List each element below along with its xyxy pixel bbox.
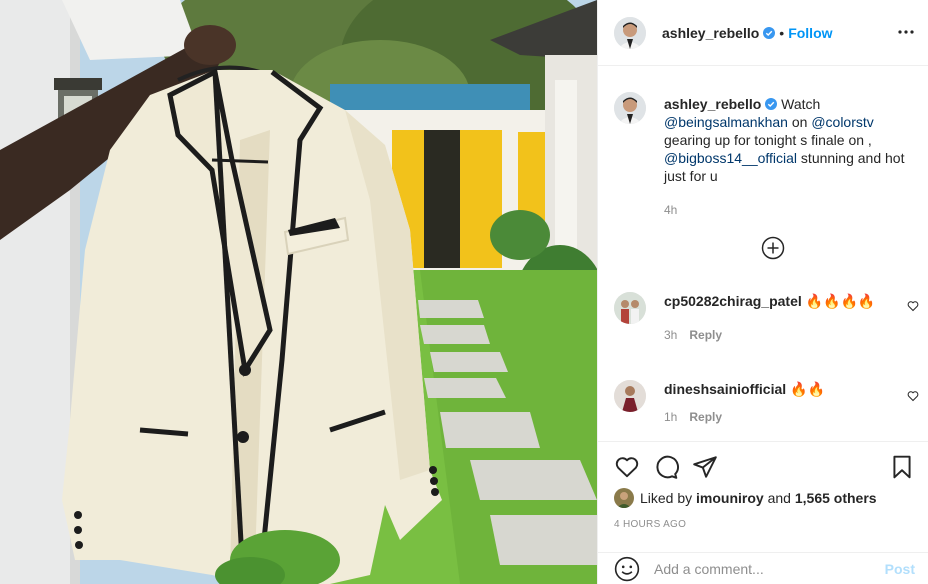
- bookmark-icon[interactable]: [889, 454, 915, 480]
- instagram-post-view: ashley_rebello • Follow ashley_rebello W…: [0, 0, 928, 584]
- comment-input[interactable]: Add a comment...: [654, 561, 764, 577]
- caption-text-1: Watch: [781, 96, 821, 112]
- comment-like-heart-icon[interactable]: [907, 390, 919, 402]
- emoji-icon[interactable]: [614, 556, 640, 582]
- caption-timestamp[interactable]: 4h: [664, 203, 677, 217]
- verified-badge-icon: [765, 98, 778, 110]
- reply-button[interactable]: Reply: [689, 328, 722, 342]
- likes-prefix: Liked by: [640, 490, 697, 506]
- comment-timestamp[interactable]: 1h: [664, 410, 677, 424]
- author-avatar[interactable]: [614, 16, 646, 49]
- heart-icon[interactable]: [614, 454, 640, 480]
- caption-text-2: on: [787, 114, 812, 130]
- commenter-avatar[interactable]: [614, 292, 646, 324]
- add-comment-bar: Add a comment... Post: [598, 552, 928, 584]
- follow-button[interactable]: Follow: [788, 25, 832, 41]
- post-comment-button[interactable]: Post: [885, 561, 915, 577]
- comment-item: cp50282chirag_patel 🔥🔥🔥🔥 3h Reply: [614, 292, 919, 344]
- reply-button[interactable]: Reply: [689, 410, 722, 424]
- post-timestamp[interactable]: 4 HOURS AGO: [614, 519, 686, 530]
- caption-avatar[interactable]: [614, 92, 646, 124]
- comment-icon[interactable]: [653, 454, 679, 480]
- more-options-icon[interactable]: [897, 23, 915, 41]
- share-icon[interactable]: [692, 454, 718, 480]
- comment-username[interactable]: cp50282chirag_patel: [664, 293, 802, 309]
- liker-avatar[interactable]: [614, 488, 634, 508]
- mention-link[interactable]: @beingsalmankhan: [664, 114, 788, 130]
- post-photo[interactable]: [0, 0, 597, 584]
- likes-count[interactable]: 1,565 others: [795, 490, 877, 506]
- likes-summary[interactable]: Liked by imouniroy and 1,565 others: [614, 488, 877, 508]
- commenter-avatar[interactable]: [614, 380, 646, 412]
- mention-link[interactable]: @bigboss14__official: [664, 150, 797, 166]
- action-bar: [598, 441, 928, 492]
- separator-dot: •: [779, 24, 785, 41]
- comment-timestamp[interactable]: 3h: [664, 328, 677, 342]
- comment-text: 🔥🔥: [790, 381, 825, 397]
- post-header: ashley_rebello • Follow: [598, 0, 928, 66]
- caption-username[interactable]: ashley_rebello: [664, 96, 761, 112]
- likes-middle: and: [763, 490, 795, 506]
- plus-circle-icon[interactable]: [761, 236, 785, 260]
- caption-text-3: gearing up for tonight s finale on ,: [664, 132, 872, 148]
- mention-link[interactable]: @colorstv: [811, 114, 873, 130]
- verified-badge-icon: [763, 26, 776, 39]
- comment-username[interactable]: dineshsainiofficial: [664, 381, 786, 397]
- comment-like-heart-icon[interactable]: [907, 300, 919, 312]
- author-username[interactable]: ashley_rebello: [662, 25, 759, 41]
- post-side-panel: ashley_rebello • Follow ashley_rebello W…: [597, 0, 928, 584]
- post-image: [0, 0, 597, 584]
- liker-username[interactable]: imouniroy: [696, 490, 764, 506]
- comment-text: 🔥🔥🔥🔥: [805, 293, 876, 309]
- post-caption: ashley_rebello Watch @beingsalmankhan on…: [614, 92, 919, 219]
- comment-item: dineshsainiofficial 🔥🔥 1h Reply: [614, 380, 919, 426]
